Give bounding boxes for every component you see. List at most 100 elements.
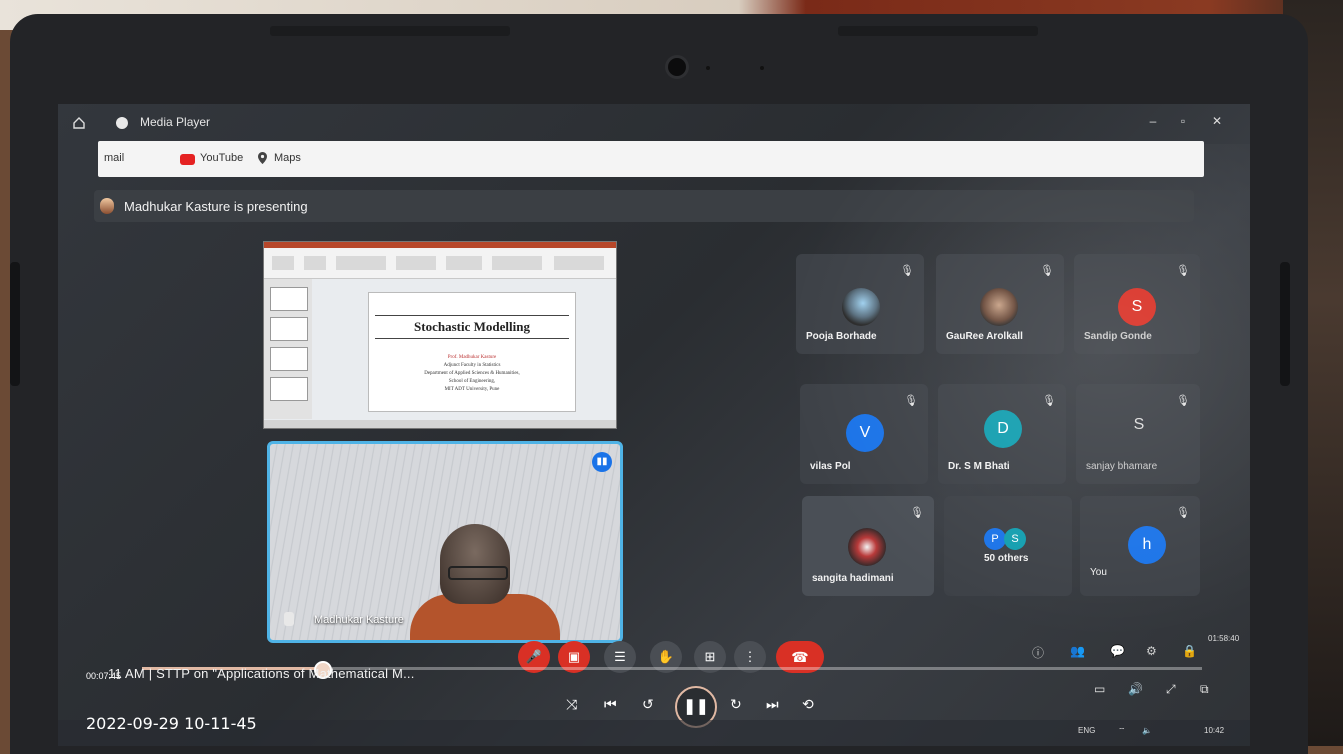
info-icon[interactable]: ⓘ bbox=[1032, 644, 1044, 661]
ribbon-tool bbox=[304, 256, 326, 270]
powerpoint-ribbon bbox=[264, 248, 616, 279]
shuffle-icon[interactable]: ⤨ bbox=[566, 696, 577, 713]
maximize-button[interactable]: ▫ bbox=[1174, 114, 1192, 130]
participant-name: sanjay bhamare bbox=[1086, 461, 1158, 472]
participant-tile[interactable]: 🎙 S sanjay bhamare bbox=[1076, 384, 1200, 484]
fullscreen-icon[interactable]: ⤢ bbox=[1166, 682, 1176, 697]
mic-off-icon: 🎙 bbox=[900, 265, 914, 277]
minimize-button[interactable]: – bbox=[1144, 114, 1162, 130]
participant-name: Pooja Borhade bbox=[806, 331, 877, 342]
participant-tile[interactable]: 🎙 S Sandip Gonde bbox=[1074, 254, 1200, 354]
slide-title: Stochastic Modelling bbox=[375, 315, 569, 339]
speaking-indicator-icon: ▮▮ bbox=[592, 452, 612, 472]
activities-icon[interactable]: ⚙ bbox=[1146, 644, 1157, 658]
participant-tile[interactable]: 🎙 sangita hadimani bbox=[802, 496, 934, 596]
slide-line: Department of Applied Sciences & Humanit… bbox=[424, 371, 520, 376]
others-count: 50 others bbox=[984, 553, 1029, 564]
bezel-hinge-left bbox=[10, 262, 20, 386]
mic-off-icon: 🎙 bbox=[1176, 507, 1190, 519]
slide-thumbnail[interactable] bbox=[270, 347, 308, 371]
slide-thumbnail[interactable] bbox=[270, 317, 308, 341]
subtitles-icon[interactable]: ▭ bbox=[1094, 682, 1105, 696]
participant-tile[interactable]: P S 50 others bbox=[944, 496, 1072, 596]
participant-avatar-small: S bbox=[1004, 528, 1026, 550]
slide-line: School of Engineering, bbox=[448, 379, 496, 384]
people-icon[interactable]: 👥 bbox=[1070, 644, 1085, 658]
lock-icon[interactable]: 🔒 bbox=[1182, 644, 1197, 658]
language-indicator[interactable]: ENG bbox=[1078, 726, 1095, 735]
ribbon-tool bbox=[336, 256, 386, 270]
presenter-head bbox=[440, 524, 510, 604]
home-icon[interactable] bbox=[72, 116, 86, 130]
clock[interactable]: 10:42 bbox=[1204, 726, 1224, 735]
slide-line: Adjunct Faculty in Statistics bbox=[443, 363, 501, 368]
close-button[interactable]: ✕ bbox=[1208, 114, 1226, 130]
shared-screen: Stochastic Modelling Prof. Madhukar Kast… bbox=[263, 241, 617, 429]
participant-tile[interactable]: 🎙 V vilas Pol bbox=[800, 384, 928, 484]
bezel-trim-left bbox=[270, 26, 510, 36]
presenter-name: Madhukar Kasture bbox=[314, 614, 404, 626]
participant-tile[interactable]: 🎙 D Dr. S M Bhati bbox=[938, 384, 1066, 484]
miniplayer-icon[interactable]: ⧉ bbox=[1200, 682, 1209, 697]
mic-off-icon: 🎙 bbox=[1176, 265, 1190, 277]
speaker-icon[interactable]: 🔈 bbox=[1142, 726, 1152, 735]
media-player-titlebar: Media Player – ▫ ✕ bbox=[58, 104, 1250, 140]
participant-avatar: S bbox=[1133, 416, 1145, 433]
ribbon-tool bbox=[492, 256, 542, 270]
bookmark-youtube[interactable]: YouTube bbox=[200, 152, 243, 164]
bezel-hinge-right bbox=[1280, 262, 1290, 386]
slide-line: MIT ADT University, Pune bbox=[444, 387, 500, 392]
previous-icon[interactable]: ⏮ bbox=[604, 696, 617, 713]
bookmarks-bar: mail YouTube Maps bbox=[98, 141, 1204, 177]
participant-name: You bbox=[1090, 567, 1107, 578]
slide-canvas: Stochastic Modelling Prof. Madhukar Kast… bbox=[368, 292, 576, 412]
participant-avatar: D bbox=[984, 410, 1022, 448]
pin-icon[interactable] bbox=[284, 612, 294, 626]
slide-author: Prof. Madhukar Kasture bbox=[447, 355, 497, 360]
participant-tile[interactable]: 🎙 GauRee Arolkall bbox=[936, 254, 1064, 354]
bookmark-maps[interactable]: Maps bbox=[274, 152, 301, 164]
participant-avatar bbox=[980, 288, 1018, 326]
participant-tile[interactable]: 🎙 Pooja Borhade bbox=[796, 254, 924, 354]
mic-off-icon: 🎙 bbox=[1040, 265, 1054, 277]
laptop-screen: Media Player – ▫ ✕ mail YouTube Maps Mad… bbox=[58, 104, 1250, 746]
skip-back-icon[interactable]: ↺ bbox=[642, 696, 654, 713]
total-time: 01:58:40 bbox=[1208, 634, 1240, 643]
window-title: Media Player bbox=[140, 115, 211, 129]
media-player-app-icon bbox=[116, 117, 128, 129]
capture-timestamp: 2022-09-29 10-11-45 bbox=[86, 714, 257, 733]
ribbon-tool bbox=[396, 256, 436, 270]
webcam bbox=[668, 58, 686, 76]
ribbon-tool bbox=[272, 256, 294, 270]
participant-name: sangita hadimani bbox=[812, 573, 894, 584]
participant-name: vilas Pol bbox=[810, 461, 851, 472]
slide-thumbnail[interactable] bbox=[270, 287, 308, 311]
participant-avatar: S bbox=[1118, 288, 1156, 326]
chat-icon[interactable]: 💬 bbox=[1110, 644, 1125, 658]
mic-off-icon: 🎙 bbox=[1176, 395, 1190, 407]
wifi-icon[interactable]: ⌔ bbox=[1118, 726, 1126, 736]
presenter-video-tile[interactable]: Madhukar Kasture ▮▮ bbox=[267, 441, 623, 643]
participant-avatar-small: P bbox=[984, 528, 1006, 550]
participant-avatar bbox=[848, 528, 886, 566]
ribbon-tool bbox=[554, 256, 604, 270]
participant-avatar bbox=[842, 288, 880, 326]
next-icon[interactable]: ⏭ bbox=[766, 696, 779, 713]
participant-avatar: h bbox=[1128, 526, 1166, 564]
presenting-banner: Madhukar Kasture is presenting bbox=[94, 190, 1194, 222]
participant-tile-self[interactable]: 🎙 h You bbox=[1080, 496, 1200, 596]
presenting-text: Madhukar Kasture is presenting bbox=[124, 199, 308, 214]
volume-icon[interactable]: 🔊 bbox=[1128, 682, 1143, 696]
skip-forward-icon[interactable]: ↻ bbox=[730, 696, 742, 713]
mic-off-icon: 🎙 bbox=[904, 395, 918, 407]
slide-thumbnail[interactable] bbox=[270, 377, 308, 401]
participant-name: Sandip Gonde bbox=[1084, 331, 1152, 342]
presenter-avatar bbox=[100, 198, 114, 214]
bookmark-gmail[interactable]: mail bbox=[104, 152, 124, 164]
slide-thumbnails bbox=[264, 279, 312, 419]
mic-off-icon: 🎙 bbox=[1042, 395, 1056, 407]
map-pin-icon bbox=[258, 152, 267, 164]
mic-off-icon: 🎙 bbox=[910, 507, 924, 519]
participant-name: GauRee Arolkall bbox=[946, 331, 1023, 342]
repeat-off-icon[interactable]: ⟲ bbox=[802, 696, 814, 713]
